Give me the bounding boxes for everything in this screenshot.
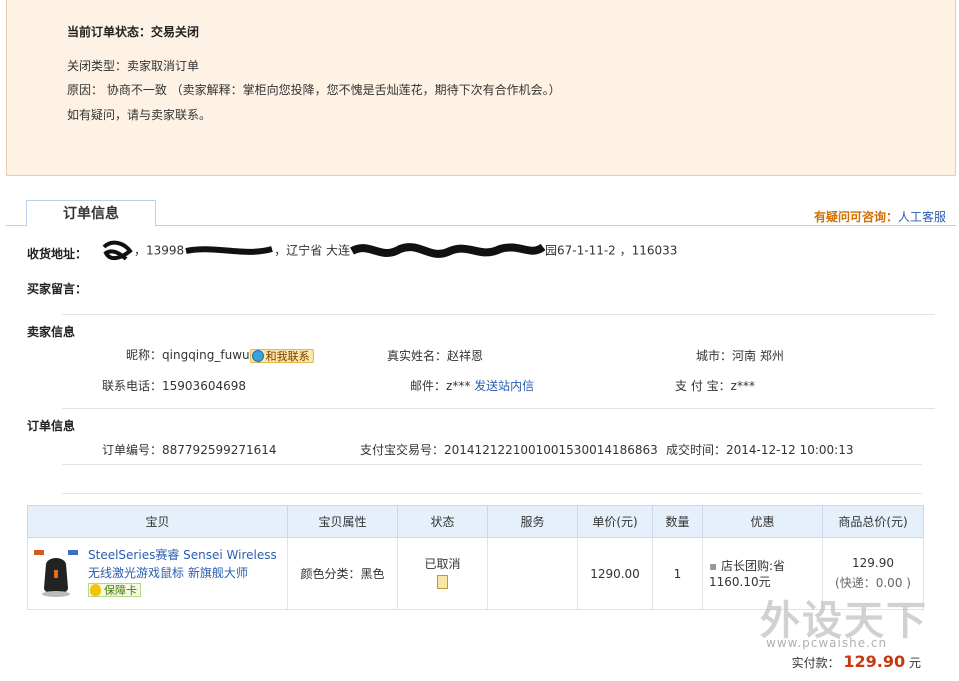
paid-value: 129.90	[843, 652, 906, 671]
col-service: 服务	[487, 505, 578, 538]
email-value: z***	[446, 379, 471, 393]
city-value: 河南 郑州	[732, 349, 784, 363]
redaction-scribble	[102, 240, 133, 261]
item-status-text: 已取消	[424, 557, 461, 571]
address-label: 收货地址：	[27, 247, 88, 261]
snapshot-icon[interactable]	[437, 575, 448, 589]
col-total: 商品总价(元)	[822, 505, 924, 538]
paid-label: 实付款：	[791, 656, 840, 670]
item-total-value: 129.90	[852, 556, 894, 570]
address-value: ，13998 ，辽宁省 大连 园67-1-11-2 ，116033	[100, 239, 677, 263]
item-quantity: 1	[652, 537, 703, 610]
order-no-label: 订单编号：	[102, 443, 163, 457]
help-question: 有疑问可咨询：	[813, 210, 898, 224]
contact-button-label: 和我联系	[265, 349, 310, 363]
col-status: 状态	[397, 505, 488, 538]
alipay-value: z***	[730, 379, 755, 393]
redaction-scribble	[185, 246, 274, 255]
guarantee-label: 保障卡	[104, 584, 137, 597]
order-number: 订单编号：887792599271614	[102, 441, 277, 458]
item-service	[487, 537, 578, 610]
alipay-no-label: 支付宝交易号：	[360, 443, 445, 457]
email-label: 邮件：	[410, 379, 447, 393]
paid-amount: 实付款： 129.90 元	[792, 652, 921, 671]
table-header-row: 宝贝 宝贝属性 状态 服务 单价(元) 数量 优惠 商品总价(元)	[27, 505, 924, 538]
customer-service-link[interactable]: 人工客服	[898, 210, 946, 224]
alipay-transaction: 支付宝交易号：2014121221001001530014186863	[360, 441, 658, 458]
site-watermark: 外设天下 www.pcwaishe.cn	[760, 588, 940, 653]
send-message-link[interactable]: 发送站内信	[474, 379, 534, 393]
item-attribute: 颜色分类：黑色	[287, 537, 398, 610]
guarantee-badge[interactable]: 保障卡	[88, 583, 141, 597]
address-province: ，辽宁省 大连	[274, 243, 351, 258]
order-no-value: 887792599271614	[162, 443, 277, 457]
order-section-title: 订单信息	[27, 419, 76, 433]
realname-label: 真实姓名：	[387, 349, 448, 363]
order-status-title: 当前订单状态：交易关闭	[67, 25, 200, 39]
deal-time-value: 2014-12-12 10:00:13	[726, 443, 854, 457]
bullet-icon: ▪	[709, 558, 718, 573]
seller-email: 邮件：z*** 发送站内信	[410, 377, 534, 394]
contact-seller-button[interactable]: 和我联系	[249, 348, 314, 363]
seller-realname: 真实姓名：赵祥恩	[387, 347, 483, 364]
product-title-link[interactable]: SteelSeries赛睿 Sensei Wireless无线激光游戏鼠标 新旗…	[88, 546, 288, 582]
realname-value: 赵祥恩	[447, 349, 484, 363]
phone-value: 15903604698	[162, 379, 246, 393]
alipay-no-value: 2014121221001001530014186863	[444, 443, 658, 457]
item-cell: SteelSeries赛睿 Sensei Wireless无线激光游戏鼠标 新旗…	[27, 537, 288, 610]
alipay-label: 支 付 宝：	[675, 379, 731, 393]
chat-icon	[251, 349, 264, 362]
seller-section-title: 卖家信息	[27, 325, 76, 339]
col-discount: 优惠	[702, 505, 823, 538]
redaction-scribble	[350, 243, 546, 258]
discount-text: 店长团购:省1160.10元	[709, 558, 786, 589]
close-type: 关闭类型：卖家取消订单	[67, 59, 200, 73]
seller-nickname: 昵称：qingqing_fuwu 和我联系	[126, 346, 314, 363]
divider	[62, 408, 935, 409]
seller-city: 城市：河南 郑州	[696, 347, 784, 364]
col-quantity: 数量	[652, 505, 703, 538]
order-status-panel: 当前订单状态：交易关闭 关闭类型：卖家取消订单 原因： 协商不一致 （卖家解释：…	[6, 0, 956, 176]
nickname-value: qingqing_fuwu	[162, 348, 250, 362]
item-unit-price: 1290.00	[577, 537, 653, 610]
product-thumbnail[interactable]	[34, 550, 78, 600]
address-phone: ，13998	[134, 243, 185, 258]
address-detail: 园67-1-11-2 ，116033	[545, 243, 678, 258]
col-unit-price: 单价(元)	[577, 505, 653, 538]
item-status: 已取消	[397, 537, 488, 610]
phone-label: 联系电话：	[102, 379, 163, 393]
col-attribute: 宝贝属性	[287, 505, 398, 538]
divider	[62, 314, 935, 315]
divider	[62, 493, 922, 494]
tab-order-info[interactable]: 订单信息	[26, 200, 156, 227]
divider	[62, 464, 922, 465]
bulb-icon	[90, 584, 101, 596]
seller-phone: 联系电话：15903604698	[102, 377, 246, 394]
buyer-message-label: 买家留言：	[27, 282, 88, 296]
paid-unit: 元	[908, 656, 921, 670]
city-label: 城市：	[696, 349, 733, 363]
close-reason: 原因： 协商不一致 （卖家解释：掌柜向您投降，您不愧是舌灿莲花，期待下次有合作机…	[67, 83, 561, 97]
contact-hint: 如有疑问，请与卖家联系。	[67, 108, 212, 122]
watermark-url: www.pcwaishe.cn	[766, 636, 888, 650]
nickname-label: 昵称：	[126, 348, 163, 362]
help-contact: 有疑问可咨询：人工客服	[814, 208, 946, 225]
col-item: 宝贝	[27, 505, 288, 538]
deal-time-label: 成交时间：	[666, 443, 727, 457]
seller-alipay: 支 付 宝：z***	[675, 377, 755, 394]
deal-time: 成交时间：2014-12-12 10:00:13	[666, 441, 853, 458]
